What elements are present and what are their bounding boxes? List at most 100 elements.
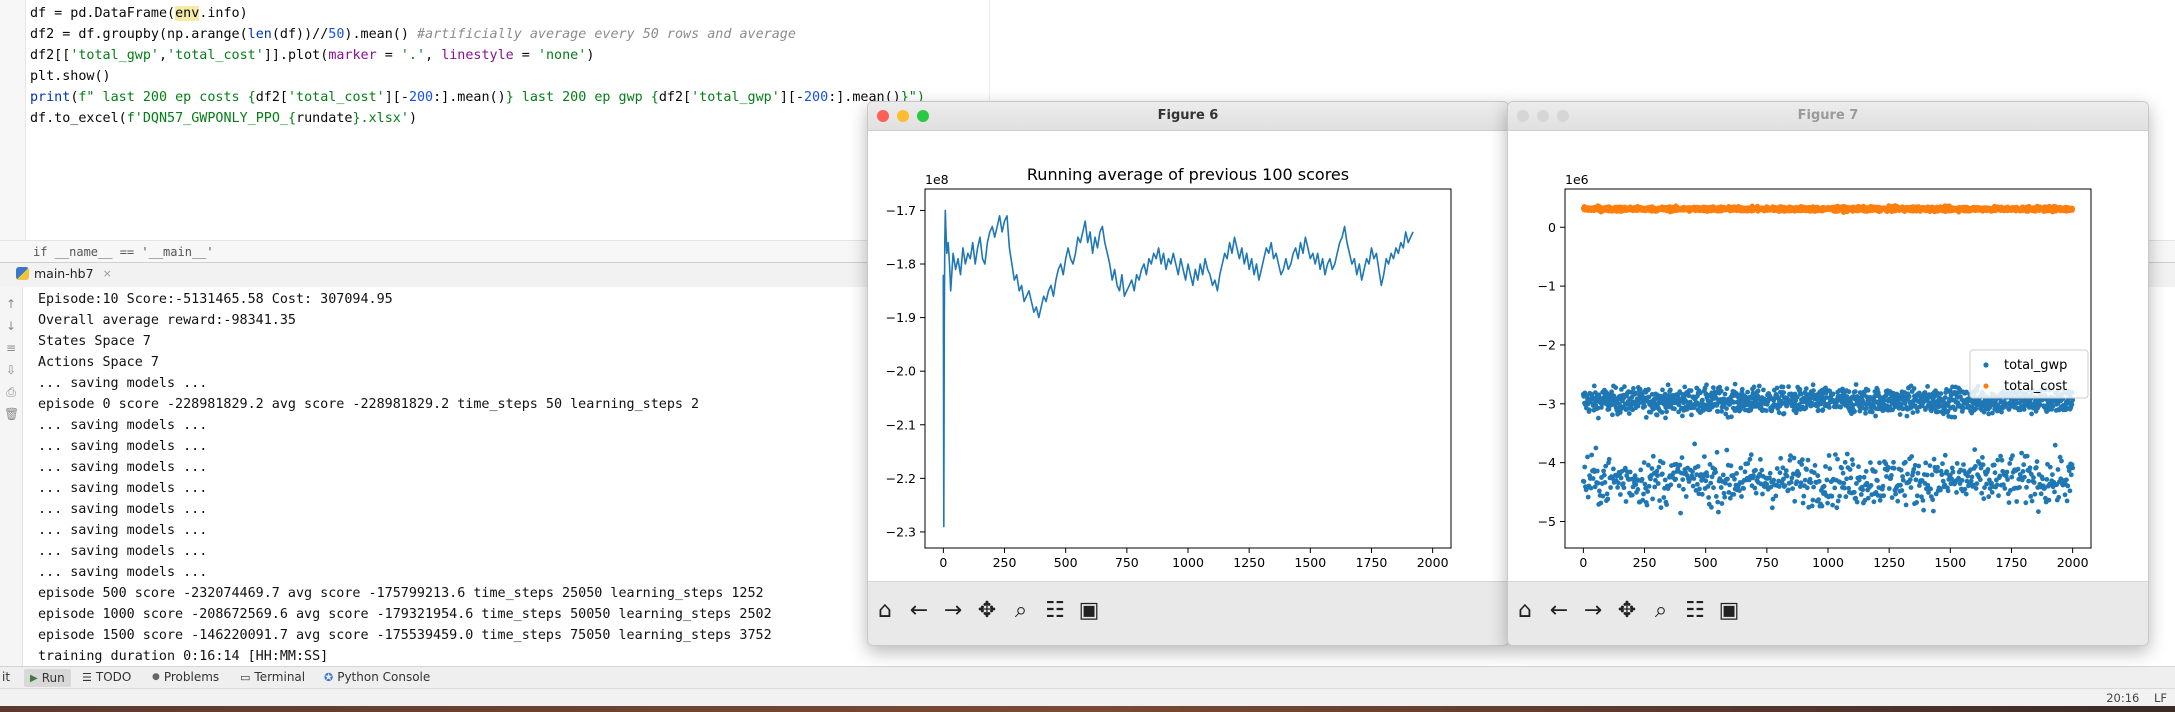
- scatter-point: [1786, 487, 1791, 493]
- scatter-point: [1597, 488, 1602, 494]
- scatter-point: [1790, 486, 1795, 491]
- figure-7-window[interactable]: Figure 7 0 250 500 750 1000 1250 1500 1750 2000 0…: [1507, 101, 2149, 646]
- back-arrow-icon[interactable]: ←: [904, 596, 934, 626]
- back-arrow-icon[interactable]: ←: [1544, 596, 1574, 626]
- scatter-point: [1808, 480, 1814, 485]
- up-arrow-icon[interactable]: ↑: [4, 297, 18, 311]
- scatter-point: [1792, 498, 1798, 504]
- y-tick-label: −2.2: [886, 471, 916, 486]
- window-titlebar[interactable]: Figure 7: [1508, 102, 2148, 131]
- scatter-point: [1846, 485, 1852, 491]
- code-token: 200: [408, 90, 434, 105]
- scatter-point: [1618, 492, 1623, 497]
- scatter-point: [1942, 452, 1948, 458]
- run-tab-label: main-hb7: [34, 266, 94, 281]
- tool-tab-terminal[interactable]: ▭ Terminal: [240, 670, 305, 684]
- home-icon[interactable]: ⌂: [1510, 596, 1540, 626]
- configure-subplots-icon[interactable]: ☷: [1040, 596, 1070, 626]
- scatter-point: [1945, 488, 1951, 494]
- x-tick-label: 0: [1579, 555, 1587, 570]
- scatter-point: [1994, 482, 2000, 488]
- scatter-point: [2040, 476, 2045, 482]
- scatter-point: [1898, 482, 1903, 488]
- scatter-point: [1835, 456, 1840, 462]
- line-separator[interactable]: LF: [2154, 691, 2167, 705]
- code-token: }.xlsx': [352, 111, 409, 126]
- figure-6-window[interactable]: Figure 6 0 250 500 750 1000 1250 1500 1750 2000 −…: [867, 101, 1509, 646]
- figure-canvas[interactable]: 0 250 500 750 1000 1250 1500 1750 2000 0 −1 −2 −3 −4 −…: [1508, 131, 2148, 581]
- zoom-icon[interactable]: ⌕: [1006, 596, 1036, 626]
- tool-tab-label: Terminal: [254, 670, 306, 684]
- configure-subplots-icon[interactable]: ☷: [1680, 596, 1710, 626]
- forward-arrow-icon[interactable]: →: [1578, 596, 1608, 626]
- scatter-point: [1820, 407, 1826, 413]
- scatter-point: [1784, 473, 1790, 479]
- code-token: ][-: [384, 90, 409, 105]
- scatter-point: [1865, 495, 1871, 501]
- code-line: df2[['total_gwp','total_cost']].plot(mar…: [30, 48, 594, 63]
- scatter-point: [1999, 457, 2005, 463]
- scatter-point: [2009, 474, 2015, 480]
- scatter-point: [1773, 493, 1779, 499]
- run-tab[interactable]: main-hb7 ×: [16, 266, 112, 281]
- tool-tab-python-console[interactable]: ✪ Python Console: [324, 670, 430, 684]
- console-line: ... saving models ...: [38, 544, 208, 559]
- close-icon[interactable]: ×: [103, 267, 112, 280]
- save-icon[interactable]: ▣: [1714, 596, 1744, 626]
- scatter-point: [1850, 462, 1856, 467]
- scatter-point: [1781, 411, 1787, 416]
- pan-icon[interactable]: ✥: [1612, 596, 1642, 626]
- scatter-point: [1774, 385, 1780, 391]
- y-tick-label: −1.9: [886, 310, 916, 325]
- breadcrumb[interactable]: if __name__ == '__main__': [33, 245, 214, 259]
- scatter-point: [1860, 487, 1866, 493]
- scatter-point: [1692, 441, 1697, 447]
- forward-arrow-icon[interactable]: →: [938, 596, 968, 626]
- scatter-point: [1618, 475, 1624, 481]
- tool-tab-problems[interactable]: ● Problems: [152, 670, 219, 684]
- scatter-point: [1929, 472, 1935, 478]
- scroll-to-end-icon[interactable]: ⇩: [4, 363, 18, 377]
- scatter-point: [1658, 505, 1664, 510]
- scatter-point: [1778, 455, 1784, 461]
- figure-canvas[interactable]: 0 250 500 750 1000 1250 1500 1750 2000 −2.3 −2.2 −2…: [868, 131, 1508, 581]
- scatter-point: [1816, 407, 1821, 413]
- window-titlebar[interactable]: Figure 6: [868, 102, 1508, 131]
- tool-tab-todo[interactable]: ☰ TODO: [82, 670, 131, 684]
- save-icon[interactable]: ▣: [1074, 596, 1104, 626]
- soft-wrap-icon[interactable]: ≡: [4, 341, 18, 355]
- scatter-point: [1755, 393, 1761, 399]
- scatter-point: [1664, 409, 1669, 415]
- scatter-point: [1581, 479, 1587, 484]
- scatter-point: [1720, 472, 1726, 478]
- scatter-point: [1816, 478, 1822, 484]
- home-icon[interactable]: ⌂: [870, 596, 900, 626]
- scatter-point: [1952, 414, 1958, 420]
- trash-icon[interactable]: 🗑: [4, 407, 19, 421]
- down-arrow-icon[interactable]: ↓: [4, 319, 18, 333]
- scatter-point: [1984, 481, 1989, 487]
- cursor-position[interactable]: 20:16: [2106, 691, 2139, 705]
- scatter-point: [2019, 450, 2024, 456]
- scatter-point: [1950, 469, 1956, 475]
- code-token: rundate: [296, 111, 353, 126]
- scatter-point: [1604, 491, 1610, 497]
- scatter-point: [1877, 497, 1883, 503]
- scatter-point: [2027, 465, 2033, 471]
- scatter-point: [1965, 473, 1971, 479]
- code-token: '.': [400, 48, 426, 63]
- tool-tab-run[interactable]: ▶ Run: [24, 669, 71, 687]
- play-icon: ▶: [30, 672, 38, 684]
- scatter-point: [1992, 470, 1998, 476]
- scatter-point: [1804, 467, 1809, 472]
- scatter-point: [2056, 494, 2062, 500]
- zoom-icon[interactable]: ⌕: [1646, 596, 1676, 626]
- print-icon[interactable]: ⎙: [4, 385, 18, 399]
- pan-icon[interactable]: ✥: [972, 596, 1002, 626]
- code-token: ): [408, 111, 417, 126]
- tool-tab-git[interactable]: it: [2, 670, 10, 684]
- code-line: df.to_excel(f'DQN57_GWPONLY_PPO_{rundate…: [30, 111, 417, 126]
- scatter-point: [1679, 455, 1685, 460]
- scatter-point: [1800, 457, 1805, 463]
- y-tick-label: −1.7: [886, 203, 916, 218]
